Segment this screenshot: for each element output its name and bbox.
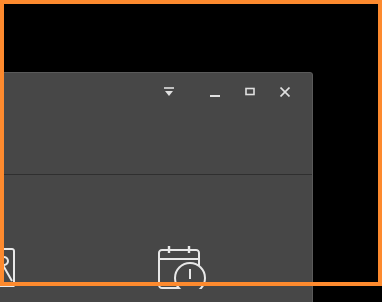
minimize-button[interactable]	[203, 81, 227, 103]
calendar-clock-icon	[158, 246, 206, 294]
maximize-button[interactable]	[238, 81, 262, 103]
maximize-icon	[245, 87, 255, 96]
toolbar-divider	[0, 174, 312, 175]
user-tile[interactable]	[0, 245, 20, 291]
dropdown-button[interactable]	[157, 81, 181, 103]
dropdown-icon	[164, 87, 174, 96]
title-bar[interactable]	[0, 73, 312, 111]
app-window	[0, 72, 313, 302]
user-icon	[0, 248, 15, 288]
close-button[interactable]	[273, 81, 297, 103]
close-icon	[279, 86, 291, 98]
minimize-icon	[210, 95, 220, 97]
